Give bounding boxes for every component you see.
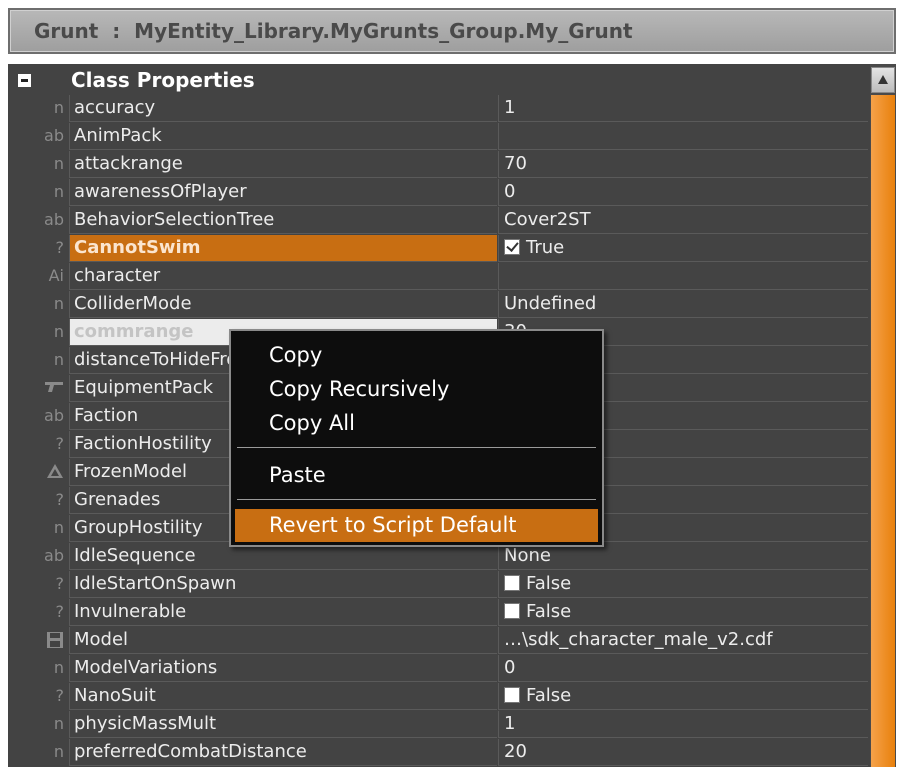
menu-item-revert-to-script-default[interactable]: Revert to Script Default xyxy=(235,509,598,542)
property-row[interactable]: n physicMassMult 1 xyxy=(8,711,868,739)
checkbox[interactable] xyxy=(504,603,520,619)
property-name[interactable]: CannotSwim xyxy=(69,235,497,262)
property-name[interactable]: Model xyxy=(69,627,497,654)
menu-item-copy[interactable]: Copy xyxy=(235,339,598,372)
checkbox-label: False xyxy=(526,685,572,706)
menu-item-copy-recursively[interactable]: Copy Recursively xyxy=(235,373,598,406)
property-row[interactable]: Ai character xyxy=(8,263,868,291)
number-type-icon: n xyxy=(53,518,64,537)
gun-icon xyxy=(8,375,67,402)
property-name[interactable]: accuracy xyxy=(69,95,497,122)
property-row[interactable]: ab AnimPack xyxy=(8,123,868,151)
model-icon xyxy=(8,459,67,486)
checkbox[interactable] xyxy=(504,687,520,703)
property-row[interactable]: n ColliderMode Undefined xyxy=(8,291,868,319)
checkbox-label: True xyxy=(526,237,565,258)
number-type-icon: n xyxy=(53,98,64,117)
property-value[interactable]: False xyxy=(498,571,868,598)
property-value[interactable]: 1 xyxy=(498,711,868,738)
property-row[interactable]: ? CannotSwim True xyxy=(8,235,868,263)
property-name[interactable]: BehaviorSelectionTree xyxy=(69,207,497,234)
string-type-icon: ab xyxy=(44,126,64,145)
property-value[interactable]: False xyxy=(498,683,868,710)
property-name[interactable]: awarenessOfPlayer xyxy=(69,179,497,206)
property-name[interactable]: ModelVariations xyxy=(69,655,497,682)
property-row[interactable]: n awarenessOfPlayer 0 xyxy=(8,179,868,207)
property-value[interactable]: Cover2ST xyxy=(498,207,868,234)
property-value[interactable]: True xyxy=(498,235,868,262)
number-type-icon: n xyxy=(53,658,64,677)
property-value[interactable] xyxy=(498,123,868,150)
property-row[interactable]: ab BehaviorSelectionTree Cover2ST xyxy=(8,207,868,235)
menu-separator xyxy=(237,447,596,448)
property-name[interactable]: IdleSequence xyxy=(69,543,497,570)
property-name[interactable]: NanoSuit xyxy=(69,683,497,710)
number-type-icon: n xyxy=(53,182,64,201)
category-label: Class Properties xyxy=(71,68,255,92)
property-row[interactable]: ab IdleSequence None xyxy=(8,543,868,571)
window-title-bar: Grunt : MyEntity_Library.MyGrunts_Group.… xyxy=(8,8,896,54)
boolean-type-icon: ? xyxy=(55,490,65,509)
property-row[interactable]: n accuracy 1 xyxy=(8,95,868,123)
property-value[interactable]: 0 xyxy=(498,179,868,206)
property-name[interactable]: IdleStartOnSpawn xyxy=(69,571,497,598)
property-row[interactable]: n ModelVariations 0 xyxy=(8,655,868,683)
property-row[interactable]: ? NanoSuit False xyxy=(8,683,868,711)
property-row[interactable]: ? Invulnerable False xyxy=(8,599,868,627)
property-value[interactable]: 70 xyxy=(498,151,868,178)
property-name[interactable]: Invulnerable xyxy=(69,599,497,626)
property-name[interactable]: AnimPack xyxy=(69,123,497,150)
number-type-icon: n xyxy=(53,294,64,313)
property-value[interactable] xyxy=(498,263,868,290)
vertical-scrollbar[interactable] xyxy=(870,64,896,767)
menu-separator xyxy=(237,499,596,500)
number-type-icon: n xyxy=(53,154,64,173)
boolean-type-icon: ? xyxy=(55,602,65,621)
property-row[interactable]: ? IdleStartOnSpawn False xyxy=(8,571,868,599)
property-value[interactable]: …\sdk_character_male_v2.cdf xyxy=(498,627,868,654)
property-name[interactable]: preferredCombatDistance xyxy=(69,739,497,766)
checkbox-label: False xyxy=(526,573,572,594)
number-type-icon: n xyxy=(53,714,64,733)
string-type-icon: ab xyxy=(44,546,64,565)
property-name[interactable]: ColliderMode xyxy=(69,291,497,318)
property-value[interactable]: None xyxy=(498,543,868,570)
property-value[interactable]: False xyxy=(498,599,868,626)
menu-item-paste[interactable]: Paste xyxy=(235,459,598,492)
entity-title: Grunt : MyEntity_Library.MyGrunts_Group.… xyxy=(34,19,633,43)
property-value[interactable]: 0 xyxy=(498,655,868,682)
context-menu: Copy Copy Recursively Copy All Paste Rev… xyxy=(229,329,604,547)
number-type-icon: n xyxy=(53,742,64,761)
checkbox[interactable] xyxy=(504,575,520,591)
property-row[interactable]: n attackrange 70 xyxy=(8,151,868,179)
boolean-type-icon: ? xyxy=(55,238,65,257)
scroll-up-arrow-icon[interactable] xyxy=(871,67,895,93)
ai-type-icon: Ai xyxy=(48,266,64,285)
boolean-type-icon: ? xyxy=(55,434,65,453)
string-type-icon: ab xyxy=(44,210,64,229)
property-name[interactable]: attackrange xyxy=(69,151,497,178)
property-value[interactable]: 20 xyxy=(498,739,868,766)
collapse-toggle-icon[interactable] xyxy=(18,74,31,87)
boolean-type-icon: ? xyxy=(55,574,65,593)
property-name[interactable]: character xyxy=(69,263,497,290)
boolean-type-icon: ? xyxy=(55,686,65,705)
category-header-class-properties[interactable]: Class Properties xyxy=(8,67,868,94)
property-value[interactable]: Undefined xyxy=(498,291,868,318)
string-type-icon: ab xyxy=(44,406,64,425)
property-name[interactable]: physicMassMult xyxy=(69,711,497,738)
scrollbar-thumb[interactable] xyxy=(871,95,895,767)
number-type-icon: n xyxy=(53,350,64,369)
property-row[interactable]: n preferredCombatDistance 20 xyxy=(8,739,868,767)
checkbox[interactable] xyxy=(504,239,520,255)
property-row[interactable]: Model …\sdk_character_male_v2.cdf xyxy=(8,627,868,655)
checkbox-label: False xyxy=(526,601,572,622)
file-icon xyxy=(8,627,67,654)
menu-item-copy-all[interactable]: Copy All xyxy=(235,407,598,440)
number-type-icon: n xyxy=(53,322,64,341)
property-value[interactable]: 1 xyxy=(498,95,868,122)
